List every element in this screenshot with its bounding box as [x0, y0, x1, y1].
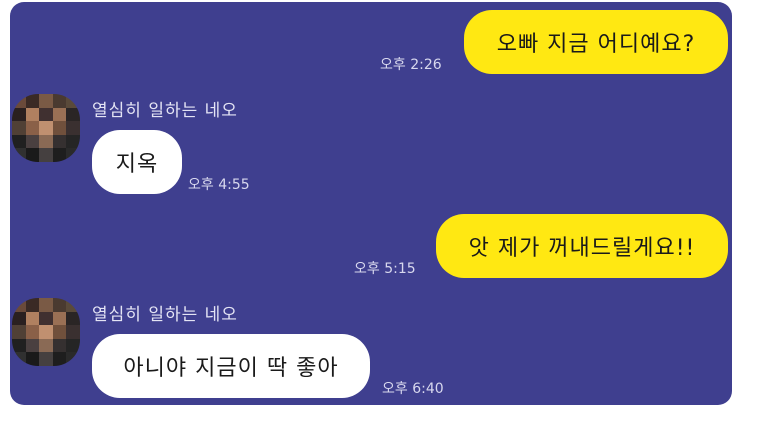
message-timestamp: 오후 4:55 — [188, 177, 250, 193]
message-timestamp: 오후 5:15 — [354, 261, 416, 277]
message-timestamp: 오후 2:26 — [380, 57, 442, 73]
sender-name: 열심히 일하는 네오 — [92, 305, 238, 325]
incoming-message-bubble[interactable]: 아니야 지금이 딱 좋아 — [92, 334, 370, 398]
pixelated-avatar-icon[interactable] — [12, 298, 80, 366]
pixelated-avatar-icon[interactable] — [12, 94, 80, 162]
incoming-message-bubble[interactable]: 지옥 — [92, 130, 182, 194]
message-timestamp: 오후 6:40 — [382, 381, 444, 397]
outgoing-message-bubble[interactable]: 오빠 지금 어디예요? — [464, 10, 728, 74]
sender-name: 열심히 일하는 네오 — [92, 101, 238, 121]
chat-room: 오빠 지금 어디예요? 오후 2:26 열심히 일하는 네오 지옥 오후 4:5… — [10, 2, 732, 405]
outgoing-message-bubble[interactable]: 앗 제가 꺼내드릴게요!! — [436, 214, 728, 278]
